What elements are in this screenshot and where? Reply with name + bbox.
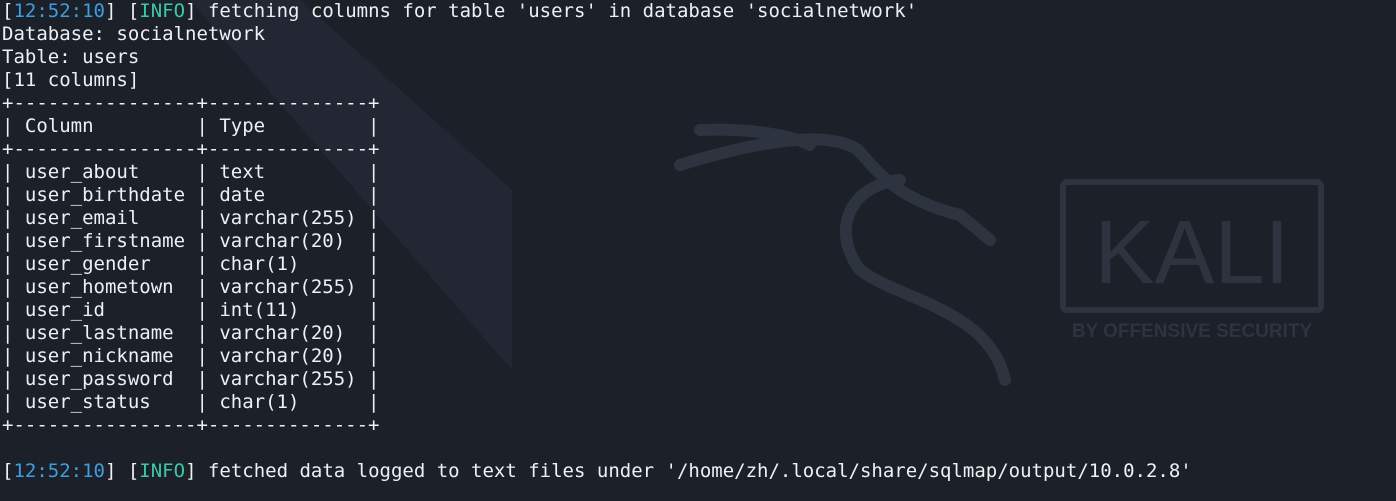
database-line: Database: socialnetwork bbox=[2, 23, 266, 45]
table-row: | user_email | varchar(255) | bbox=[2, 207, 380, 229]
terminal-output: [12:52:10] [INFO] fetching columns for t… bbox=[2, 0, 1192, 483]
log-line-fetching: [12:52:10] [INFO] fetching columns for t… bbox=[2, 0, 918, 22]
table-row: | user_about | text | bbox=[2, 161, 380, 183]
table-row: | user_password | varchar(255) | bbox=[2, 368, 380, 390]
table-row: | user_hometown | varchar(255) | bbox=[2, 276, 380, 298]
table-row: | user_nickname | varchar(20) | bbox=[2, 345, 380, 367]
table-row: | user_status | char(1) | bbox=[2, 391, 380, 413]
table-row: | user_birthdate | date | bbox=[2, 184, 380, 206]
log-timestamp: 12:52:10 bbox=[13, 460, 105, 482]
log-message: fetching columns for table 'users' in da… bbox=[207, 0, 918, 22]
log-level: INFO bbox=[139, 0, 186, 22]
table-row: | user_id | int(11) | bbox=[2, 299, 380, 321]
columns-count-line: [11 columns] bbox=[2, 69, 140, 91]
table-line: Table: users bbox=[2, 46, 140, 68]
log-timestamp: 12:52:10 bbox=[13, 0, 105, 22]
table-row: | user_lastname | varchar(20) | bbox=[2, 322, 380, 344]
log-line-fetched: [12:52:10] [INFO] fetched data logged to… bbox=[2, 460, 1192, 482]
log-level: INFO bbox=[139, 460, 186, 482]
table-border: +----------------+--------------+ bbox=[2, 138, 380, 160]
table-row: | user_gender | char(1) | bbox=[2, 253, 380, 275]
table-row: | user_firstname | varchar(20) | bbox=[2, 230, 380, 252]
log-message: fetched data logged to text files under … bbox=[207, 460, 1192, 482]
table-border: +----------------+--------------+ bbox=[2, 414, 380, 436]
table-header: | Column | Type | bbox=[2, 115, 380, 137]
table-border: +----------------+--------------+ bbox=[2, 92, 380, 114]
